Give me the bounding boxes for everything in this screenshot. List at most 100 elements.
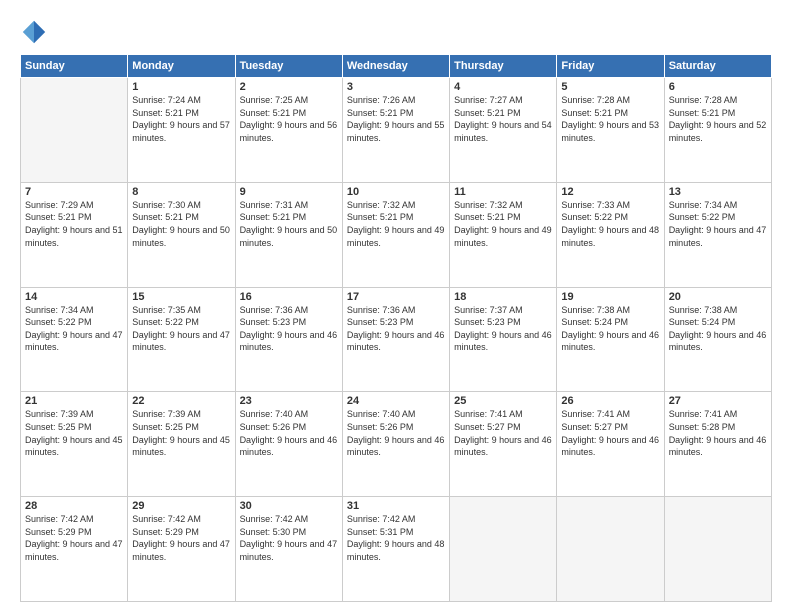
calendar-day-cell: 3Sunrise: 7:26 AMSunset: 5:21 PMDaylight…	[342, 78, 449, 183]
calendar-week-row: 21Sunrise: 7:39 AMSunset: 5:25 PMDayligh…	[21, 392, 772, 497]
day-number: 6	[669, 81, 767, 93]
day-number: 29	[132, 500, 230, 512]
day-number: 7	[25, 186, 123, 198]
day-number: 26	[561, 395, 659, 407]
day-number: 24	[347, 395, 445, 407]
calendar-day-cell: 24Sunrise: 7:40 AMSunset: 5:26 PMDayligh…	[342, 392, 449, 497]
day-detail: Sunrise: 7:40 AMSunset: 5:26 PMDaylight:…	[347, 408, 445, 458]
day-number: 22	[132, 395, 230, 407]
day-detail: Sunrise: 7:42 AMSunset: 5:29 PMDaylight:…	[25, 513, 123, 563]
day-detail: Sunrise: 7:34 AMSunset: 5:22 PMDaylight:…	[669, 199, 767, 249]
calendar-day-cell: 20Sunrise: 7:38 AMSunset: 5:24 PMDayligh…	[664, 287, 771, 392]
day-number: 23	[240, 395, 338, 407]
day-detail: Sunrise: 7:38 AMSunset: 5:24 PMDaylight:…	[561, 304, 659, 354]
calendar-day-cell: 26Sunrise: 7:41 AMSunset: 5:27 PMDayligh…	[557, 392, 664, 497]
day-detail: Sunrise: 7:42 AMSunset: 5:30 PMDaylight:…	[240, 513, 338, 563]
calendar-week-row: 14Sunrise: 7:34 AMSunset: 5:22 PMDayligh…	[21, 287, 772, 392]
calendar-header-row: SundayMondayTuesdayWednesdayThursdayFrid…	[21, 55, 772, 78]
day-detail: Sunrise: 7:41 AMSunset: 5:28 PMDaylight:…	[669, 408, 767, 458]
calendar-day-cell: 18Sunrise: 7:37 AMSunset: 5:23 PMDayligh…	[450, 287, 557, 392]
day-detail: Sunrise: 7:30 AMSunset: 5:21 PMDaylight:…	[132, 199, 230, 249]
day-detail: Sunrise: 7:34 AMSunset: 5:22 PMDaylight:…	[25, 304, 123, 354]
weekday-header: Sunday	[21, 55, 128, 78]
day-number: 13	[669, 186, 767, 198]
calendar-day-cell: 28Sunrise: 7:42 AMSunset: 5:29 PMDayligh…	[21, 497, 128, 602]
day-detail: Sunrise: 7:41 AMSunset: 5:27 PMDaylight:…	[454, 408, 552, 458]
day-number: 1	[132, 81, 230, 93]
calendar-week-row: 28Sunrise: 7:42 AMSunset: 5:29 PMDayligh…	[21, 497, 772, 602]
calendar-day-cell: 14Sunrise: 7:34 AMSunset: 5:22 PMDayligh…	[21, 287, 128, 392]
day-number: 27	[669, 395, 767, 407]
day-detail: Sunrise: 7:37 AMSunset: 5:23 PMDaylight:…	[454, 304, 552, 354]
calendar-day-cell: 19Sunrise: 7:38 AMSunset: 5:24 PMDayligh…	[557, 287, 664, 392]
calendar-day-cell: 21Sunrise: 7:39 AMSunset: 5:25 PMDayligh…	[21, 392, 128, 497]
day-number: 11	[454, 186, 552, 198]
day-detail: Sunrise: 7:42 AMSunset: 5:29 PMDaylight:…	[132, 513, 230, 563]
day-detail: Sunrise: 7:35 AMSunset: 5:22 PMDaylight:…	[132, 304, 230, 354]
header	[20, 18, 772, 46]
day-number: 28	[25, 500, 123, 512]
day-detail: Sunrise: 7:27 AMSunset: 5:21 PMDaylight:…	[454, 94, 552, 144]
day-number: 25	[454, 395, 552, 407]
logo	[20, 18, 52, 46]
day-number: 4	[454, 81, 552, 93]
calendar-day-cell: 23Sunrise: 7:40 AMSunset: 5:26 PMDayligh…	[235, 392, 342, 497]
day-detail: Sunrise: 7:25 AMSunset: 5:21 PMDaylight:…	[240, 94, 338, 144]
calendar-day-cell: 4Sunrise: 7:27 AMSunset: 5:21 PMDaylight…	[450, 78, 557, 183]
weekday-header: Saturday	[664, 55, 771, 78]
weekday-header: Tuesday	[235, 55, 342, 78]
calendar-day-cell: 22Sunrise: 7:39 AMSunset: 5:25 PMDayligh…	[128, 392, 235, 497]
calendar-day-cell	[557, 497, 664, 602]
calendar-day-cell: 13Sunrise: 7:34 AMSunset: 5:22 PMDayligh…	[664, 182, 771, 287]
calendar-day-cell: 31Sunrise: 7:42 AMSunset: 5:31 PMDayligh…	[342, 497, 449, 602]
day-detail: Sunrise: 7:39 AMSunset: 5:25 PMDaylight:…	[25, 408, 123, 458]
day-number: 17	[347, 291, 445, 303]
day-number: 14	[25, 291, 123, 303]
day-number: 18	[454, 291, 552, 303]
calendar-day-cell: 1Sunrise: 7:24 AMSunset: 5:21 PMDaylight…	[128, 78, 235, 183]
day-number: 31	[347, 500, 445, 512]
calendar-day-cell: 11Sunrise: 7:32 AMSunset: 5:21 PMDayligh…	[450, 182, 557, 287]
day-number: 9	[240, 186, 338, 198]
calendar-day-cell: 25Sunrise: 7:41 AMSunset: 5:27 PMDayligh…	[450, 392, 557, 497]
calendar-day-cell: 6Sunrise: 7:28 AMSunset: 5:21 PMDaylight…	[664, 78, 771, 183]
day-number: 5	[561, 81, 659, 93]
day-detail: Sunrise: 7:32 AMSunset: 5:21 PMDaylight:…	[454, 199, 552, 249]
weekday-header: Monday	[128, 55, 235, 78]
calendar-day-cell: 30Sunrise: 7:42 AMSunset: 5:30 PMDayligh…	[235, 497, 342, 602]
day-number: 19	[561, 291, 659, 303]
calendar-day-cell	[450, 497, 557, 602]
calendar-week-row: 1Sunrise: 7:24 AMSunset: 5:21 PMDaylight…	[21, 78, 772, 183]
day-detail: Sunrise: 7:36 AMSunset: 5:23 PMDaylight:…	[240, 304, 338, 354]
day-detail: Sunrise: 7:41 AMSunset: 5:27 PMDaylight:…	[561, 408, 659, 458]
logo-icon	[20, 18, 48, 46]
day-detail: Sunrise: 7:39 AMSunset: 5:25 PMDaylight:…	[132, 408, 230, 458]
day-detail: Sunrise: 7:28 AMSunset: 5:21 PMDaylight:…	[669, 94, 767, 144]
calendar-table: SundayMondayTuesdayWednesdayThursdayFrid…	[20, 54, 772, 602]
calendar-day-cell	[21, 78, 128, 183]
day-number: 21	[25, 395, 123, 407]
day-detail: Sunrise: 7:36 AMSunset: 5:23 PMDaylight:…	[347, 304, 445, 354]
weekday-header: Friday	[557, 55, 664, 78]
calendar-day-cell: 5Sunrise: 7:28 AMSunset: 5:21 PMDaylight…	[557, 78, 664, 183]
day-number: 2	[240, 81, 338, 93]
calendar-day-cell: 27Sunrise: 7:41 AMSunset: 5:28 PMDayligh…	[664, 392, 771, 497]
day-detail: Sunrise: 7:28 AMSunset: 5:21 PMDaylight:…	[561, 94, 659, 144]
day-detail: Sunrise: 7:40 AMSunset: 5:26 PMDaylight:…	[240, 408, 338, 458]
day-detail: Sunrise: 7:29 AMSunset: 5:21 PMDaylight:…	[25, 199, 123, 249]
calendar-day-cell: 16Sunrise: 7:36 AMSunset: 5:23 PMDayligh…	[235, 287, 342, 392]
calendar-day-cell: 29Sunrise: 7:42 AMSunset: 5:29 PMDayligh…	[128, 497, 235, 602]
weekday-header: Thursday	[450, 55, 557, 78]
day-detail: Sunrise: 7:26 AMSunset: 5:21 PMDaylight:…	[347, 94, 445, 144]
day-number: 30	[240, 500, 338, 512]
day-number: 10	[347, 186, 445, 198]
calendar-day-cell: 12Sunrise: 7:33 AMSunset: 5:22 PMDayligh…	[557, 182, 664, 287]
day-number: 8	[132, 186, 230, 198]
day-detail: Sunrise: 7:42 AMSunset: 5:31 PMDaylight:…	[347, 513, 445, 563]
calendar-day-cell: 17Sunrise: 7:36 AMSunset: 5:23 PMDayligh…	[342, 287, 449, 392]
day-number: 15	[132, 291, 230, 303]
calendar-week-row: 7Sunrise: 7:29 AMSunset: 5:21 PMDaylight…	[21, 182, 772, 287]
day-number: 16	[240, 291, 338, 303]
weekday-header: Wednesday	[342, 55, 449, 78]
day-detail: Sunrise: 7:33 AMSunset: 5:22 PMDaylight:…	[561, 199, 659, 249]
